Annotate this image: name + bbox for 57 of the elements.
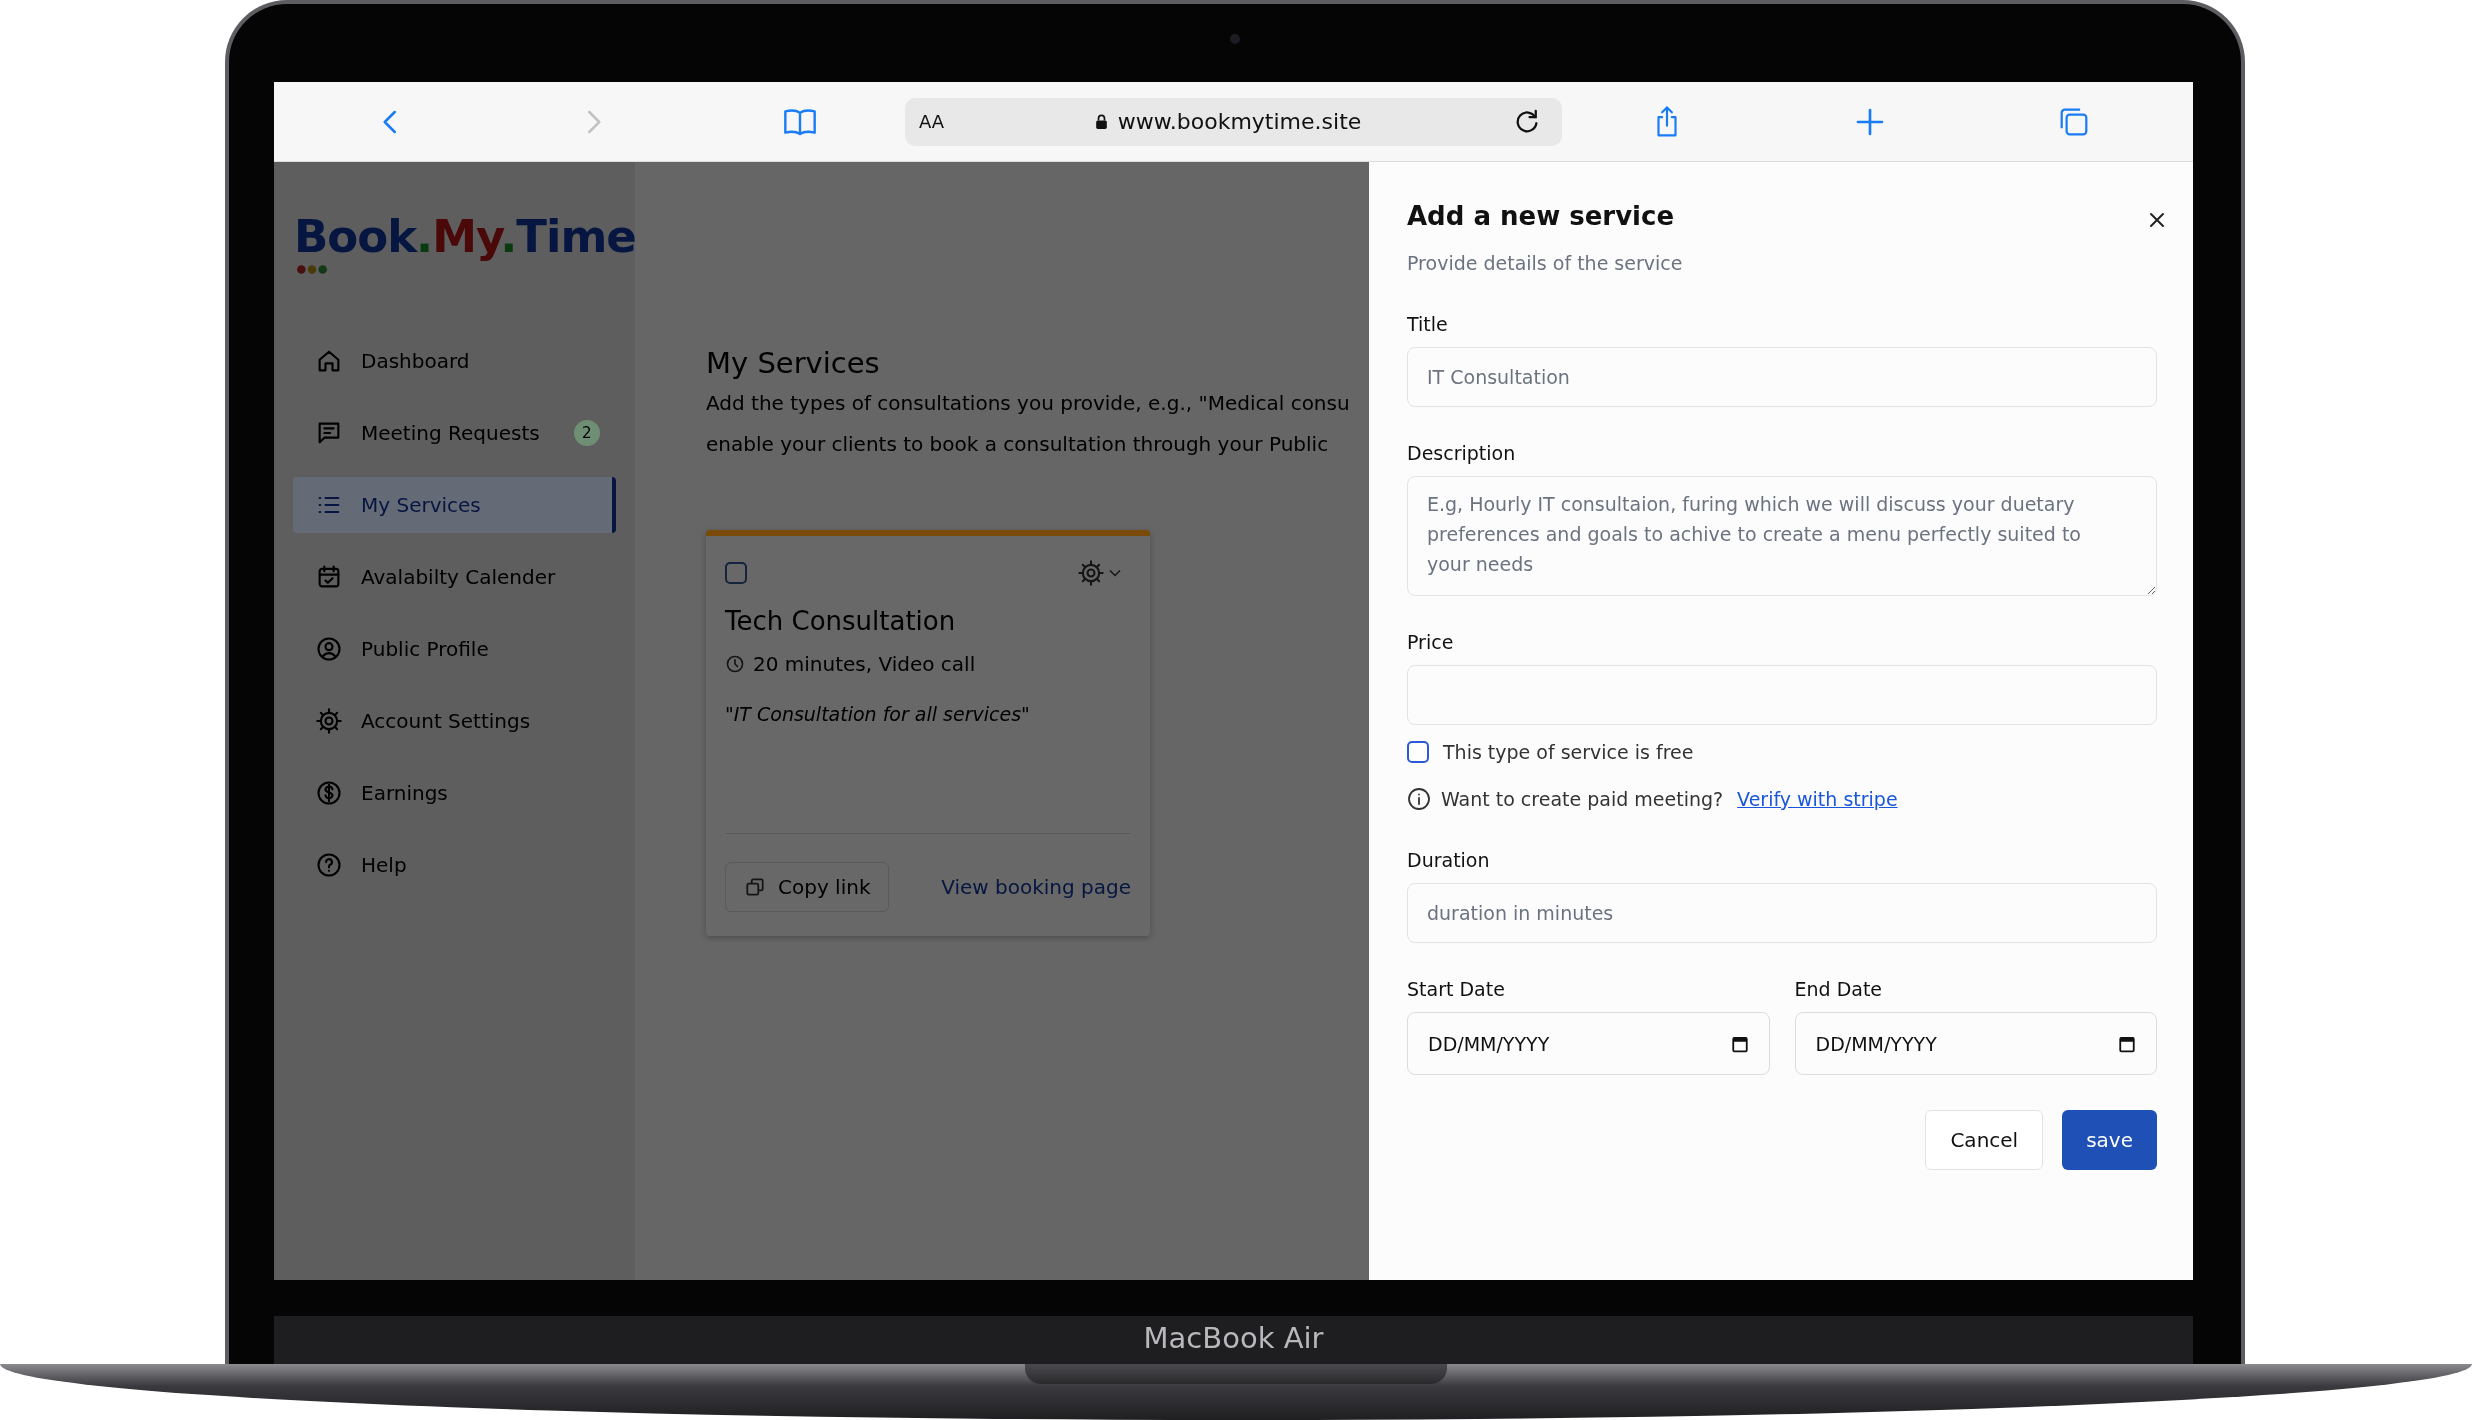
page-title: My Services [706, 345, 881, 382]
field-label: Start Date [1407, 977, 1506, 1002]
drawer-subtitle: Provide details of the service [1407, 251, 1683, 276]
input-field[interactable]: duration in minutes [1407, 883, 2157, 943]
view-booking-link[interactable]: View booking page [941, 875, 1131, 899]
checkbox[interactable] [1407, 741, 1429, 763]
description-field[interactable]: E.g, Hourly IT consultaion, furing which we will discuss your duetary preferences and goals to achive to create a menu perfectly suited to your needs [1407, 476, 2157, 596]
copy-link-button[interactable]: Copy link [725, 862, 890, 912]
dollar-icon [315, 779, 343, 807]
save-button[interactable]: save [2062, 1110, 2157, 1170]
clock-icon [725, 654, 745, 674]
sidebar-item[interactable]: Account Settings [293, 693, 616, 749]
gear-icon [315, 707, 343, 735]
page-description: Add the types of consultations you provide, e.g., "Medical consu [706, 390, 1351, 417]
service-duration: 20 minutes, Video call [753, 651, 976, 678]
sidebar-item[interactable]: Public Profile [293, 621, 616, 677]
device-label: MacBook Air [1143, 1320, 1324, 1356]
paid-meeting-note: Want to create paid meeting? [1441, 787, 1724, 812]
sidebar-item[interactable]: Meeting Requests 2 [293, 405, 616, 461]
service-description: "IT Consultation for all services" [725, 702, 1031, 727]
checkbox-label: This type of service is free [1443, 740, 1694, 765]
cancel-button[interactable]: Cancel [1925, 1110, 2044, 1170]
lock-icon [1094, 113, 1108, 130]
help-icon [315, 851, 343, 879]
sidebar-item[interactable]: Help [293, 837, 616, 893]
date-field[interactable]: DD/MM/YYYY [1794, 1012, 2157, 1075]
checkbox[interactable] [725, 562, 747, 584]
info-icon [1407, 787, 1431, 811]
field-label: Duration [1407, 848, 1491, 873]
logo[interactable]: Book.My.Time [294, 210, 636, 264]
user-icon [315, 635, 343, 663]
field-label: Description [1407, 441, 1517, 466]
dots-icon [296, 264, 328, 275]
field-label: Title [1407, 312, 1449, 337]
sidebar-item[interactable]: Avalabilty Calender [293, 549, 616, 605]
copy-icon [744, 876, 766, 898]
gear-icon[interactable] [1077, 559, 1105, 587]
calendar-icon[interactable] [2118, 1034, 2136, 1053]
calendar-icon[interactable] [1730, 1034, 1749, 1053]
sidebar-item[interactable]: My Services [293, 477, 616, 533]
input-field[interactable]: IT Consultation [1407, 347, 2157, 407]
service-title: Tech Consultation [725, 605, 957, 638]
sidebar-item[interactable]: Earnings [293, 765, 616, 821]
reader-button[interactable]: AA [919, 111, 945, 132]
page-description: enable your clients to book a consultation through your Public [706, 431, 1330, 458]
verify-link[interactable]: Verify with stripe [1737, 784, 1898, 814]
sidebar-item[interactable]: Dashboard [293, 333, 616, 389]
drawer-title: Add a new service [1407, 200, 1676, 233]
caret-icon[interactable] [1109, 569, 1121, 577]
date-field[interactable]: DD/MM/YYYY [1407, 1012, 1770, 1075]
field-label: End Date [1794, 977, 1884, 1002]
input-field[interactable] [1407, 665, 2157, 725]
address-bar[interactable]: AA www.bookmytime.site [905, 97, 1562, 146]
count-badge: 2 [573, 420, 600, 446]
url-text: www.bookmytime.site [1117, 109, 1362, 134]
camera-dot [1230, 34, 1240, 44]
field-label: Price [1407, 630, 1455, 655]
